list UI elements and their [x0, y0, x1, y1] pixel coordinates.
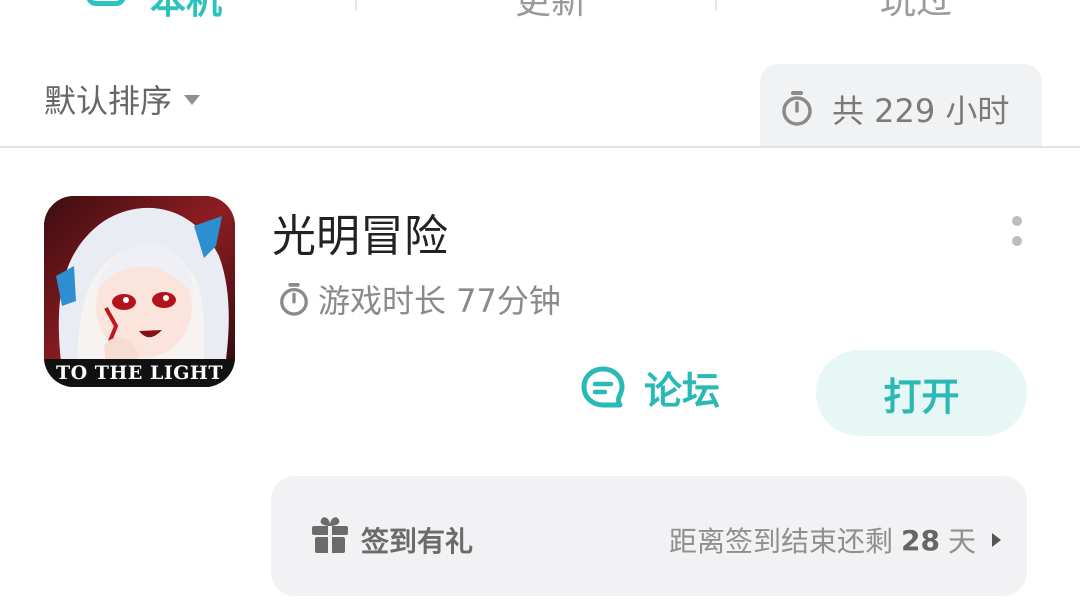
game-title[interactable]: 光明冒险 [272, 200, 448, 264]
checkin-reward-banner[interactable]: 签到有礼 距离签到结束还剩 28 天 [271, 476, 1027, 596]
game-library-page: 本机 更新 玩过 默认排序 共 229 小时 TO THE LIGHT 光明冒险… [0, 0, 1080, 606]
countdown-prefix: 距离签到结束还剩 [669, 525, 894, 558]
forum-label: 论坛 [644, 369, 721, 413]
sort-label: 默认排序 [44, 82, 173, 120]
game-icon[interactable]: TO THE LIGHT [44, 196, 235, 387]
playtime-text: 游戏时长 77分钟 [318, 282, 561, 320]
total-playtime-chip: 共 229 小时 [760, 64, 1042, 148]
tab-played[interactable]: 玩过 [880, 0, 952, 24]
tab-divider [355, 0, 357, 10]
forum-button[interactable]: 论坛 [580, 360, 720, 415]
sort-dropdown[interactable]: 默认排序 [44, 76, 201, 122]
game-playtime: 游戏时长 77分钟 [278, 276, 561, 322]
caret-down-icon [184, 95, 201, 105]
countdown-days: 28 [901, 523, 940, 557]
divider [0, 146, 1080, 148]
open-label: 打开 [883, 374, 960, 419]
open-game-button[interactable]: 打开 [816, 350, 1027, 436]
stopwatch-icon [280, 283, 308, 316]
stopwatch-icon [782, 91, 812, 126]
total-playtime-text: 共 229 小时 [832, 92, 1010, 130]
chat-bubble-icon [581, 366, 625, 407]
game-artwork-image [44, 196, 235, 387]
more-options-button[interactable] [1000, 210, 1034, 262]
top-tab-bar: 本机 更新 玩过 [0, 0, 1080, 22]
gift-icon [312, 517, 348, 553]
tab-updates[interactable]: 更新 [515, 0, 587, 24]
checkin-label: 签到有礼 [361, 525, 474, 558]
device-icon [86, 0, 126, 6]
dot [1012, 216, 1022, 226]
game-icon-caption: TO THE LIGHT [55, 362, 224, 384]
tab-divider [715, 0, 717, 10]
chevron-right-icon [992, 533, 1001, 547]
countdown-unit: 天 [947, 525, 976, 558]
checkin-countdown: 距离签到结束还剩 28 天 [669, 520, 1001, 560]
dot [1012, 236, 1022, 246]
tab-local[interactable]: 本机 [150, 0, 222, 24]
